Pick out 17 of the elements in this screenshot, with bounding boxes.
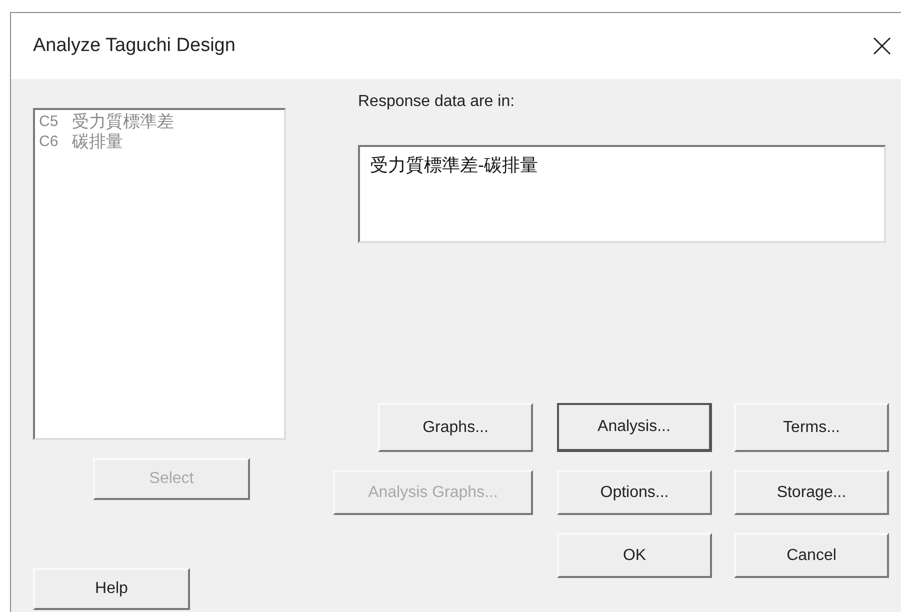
column-name[interactable]: 受力質標準差 — [72, 112, 174, 132]
help-button[interactable]: Help — [33, 568, 190, 610]
dialog-button[interactable]: Storage... — [734, 470, 889, 515]
dialog-button[interactable]: OK — [557, 533, 712, 578]
column-id[interactable]: C5 — [39, 112, 58, 132]
column-list[interactable]: C5 受力質標準差 C6 碳排量 — [33, 108, 286, 440]
dialog-button[interactable]: Terms... — [734, 403, 889, 452]
close-icon[interactable] — [873, 37, 891, 55]
column-name[interactable]: 碳排量 — [72, 132, 124, 152]
response-field[interactable]: 受力質標準差-碳排量 — [358, 145, 886, 243]
column-id[interactable]: C6 — [39, 132, 58, 152]
window-title: Analyze Taguchi Design — [33, 35, 236, 57]
dialog-button[interactable]: Options... — [557, 470, 712, 515]
dialog-button[interactable]: Analysis... — [557, 403, 712, 452]
field-label: Response data are in: — [358, 92, 516, 112]
dialog-button[interactable]: Graphs... — [378, 403, 533, 452]
dialog-button[interactable]: Cancel — [734, 533, 889, 578]
